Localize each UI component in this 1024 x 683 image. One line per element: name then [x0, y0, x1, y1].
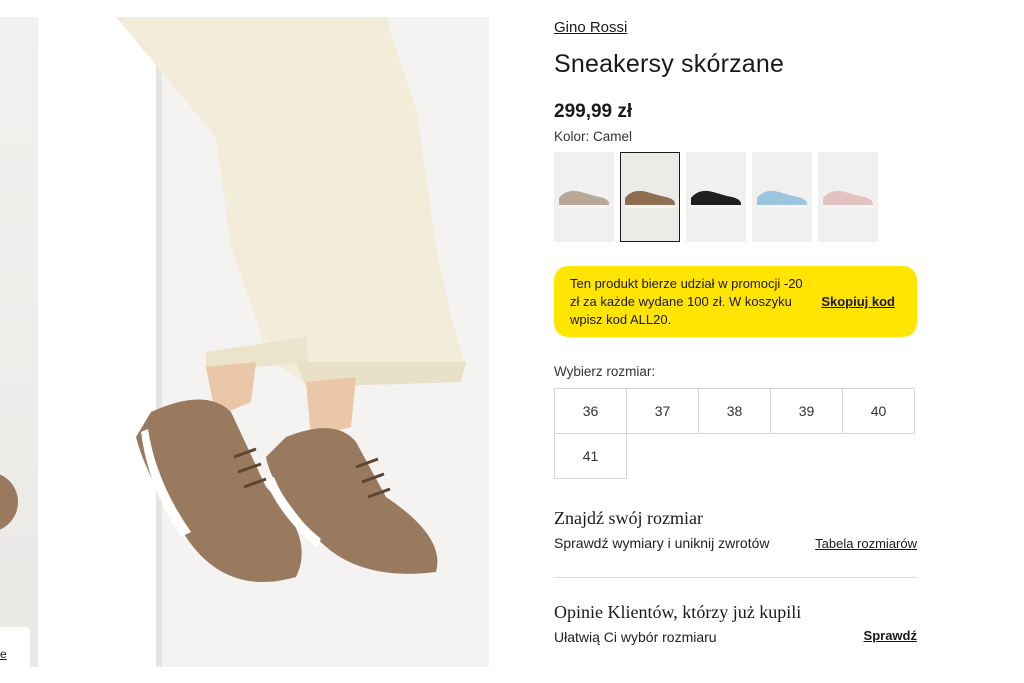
- reviews-check-link[interactable]: Sprawdź: [864, 628, 917, 643]
- size-guide-subtitle: Sprawdź wymiary i uniknij zwrotów: [554, 535, 770, 551]
- color-swatches: [554, 152, 884, 242]
- size-grid: 36 37 38 39 40 41: [554, 388, 919, 479]
- shoe-thumbnail-icon: [823, 190, 873, 208]
- promo-text: Ten produkt bierze udział w promocji -20…: [570, 276, 803, 327]
- shoe-thumbnail-icon: [559, 190, 609, 208]
- previous-photo-label-box: e: [0, 627, 30, 667]
- previous-photo-label: e: [0, 647, 7, 661]
- reviews-subtitle: Ułatwią Ci wybór rozmiaru: [554, 629, 717, 645]
- size-label: Wybierz rozmiar:: [554, 364, 656, 379]
- product-photo-illustration: [56, 17, 466, 667]
- shoe-thumbnail-icon: [757, 190, 807, 208]
- size-option-38[interactable]: 38: [698, 388, 771, 434]
- swatch-light-blue[interactable]: [752, 152, 812, 242]
- shoe-thumbnail-icon: [691, 190, 741, 208]
- promo-banner: Ten produkt bierze udział w promocji -20…: [554, 266, 917, 337]
- size-table-link[interactable]: Tabela rozmiarów: [815, 536, 917, 551]
- copy-code-link[interactable]: Skopiuj kod: [821, 293, 895, 311]
- swatch-black[interactable]: [686, 152, 746, 242]
- section-divider: [554, 577, 917, 578]
- size-option-36[interactable]: 36: [554, 388, 627, 434]
- main-product-photo[interactable]: [56, 17, 489, 667]
- size-option-37[interactable]: 37: [626, 388, 699, 434]
- size-option-41[interactable]: 41: [554, 433, 627, 479]
- product-title: Sneakersy skórzane: [554, 50, 785, 78]
- reviews-title: Opinie Klientów, którzy już kupili: [554, 602, 802, 622]
- swatch-camel[interactable]: [620, 152, 680, 242]
- color-label: Kolor: Camel: [554, 129, 633, 144]
- shoe-thumbnail-icon: [625, 190, 675, 208]
- previous-photo-thumbnail[interactable]: e: [0, 17, 38, 667]
- size-option-39[interactable]: 39: [770, 388, 843, 434]
- swatch-beige[interactable]: [554, 152, 614, 242]
- size-option-40[interactable]: 40: [842, 388, 915, 434]
- brand-link[interactable]: Gino Rossi: [554, 19, 627, 36]
- shoe-peek: [0, 472, 18, 532]
- swatch-pink[interactable]: [818, 152, 878, 242]
- product-price: 299,99 zł: [554, 101, 633, 122]
- size-guide-title: Znajdź swój rozmiar: [554, 508, 703, 528]
